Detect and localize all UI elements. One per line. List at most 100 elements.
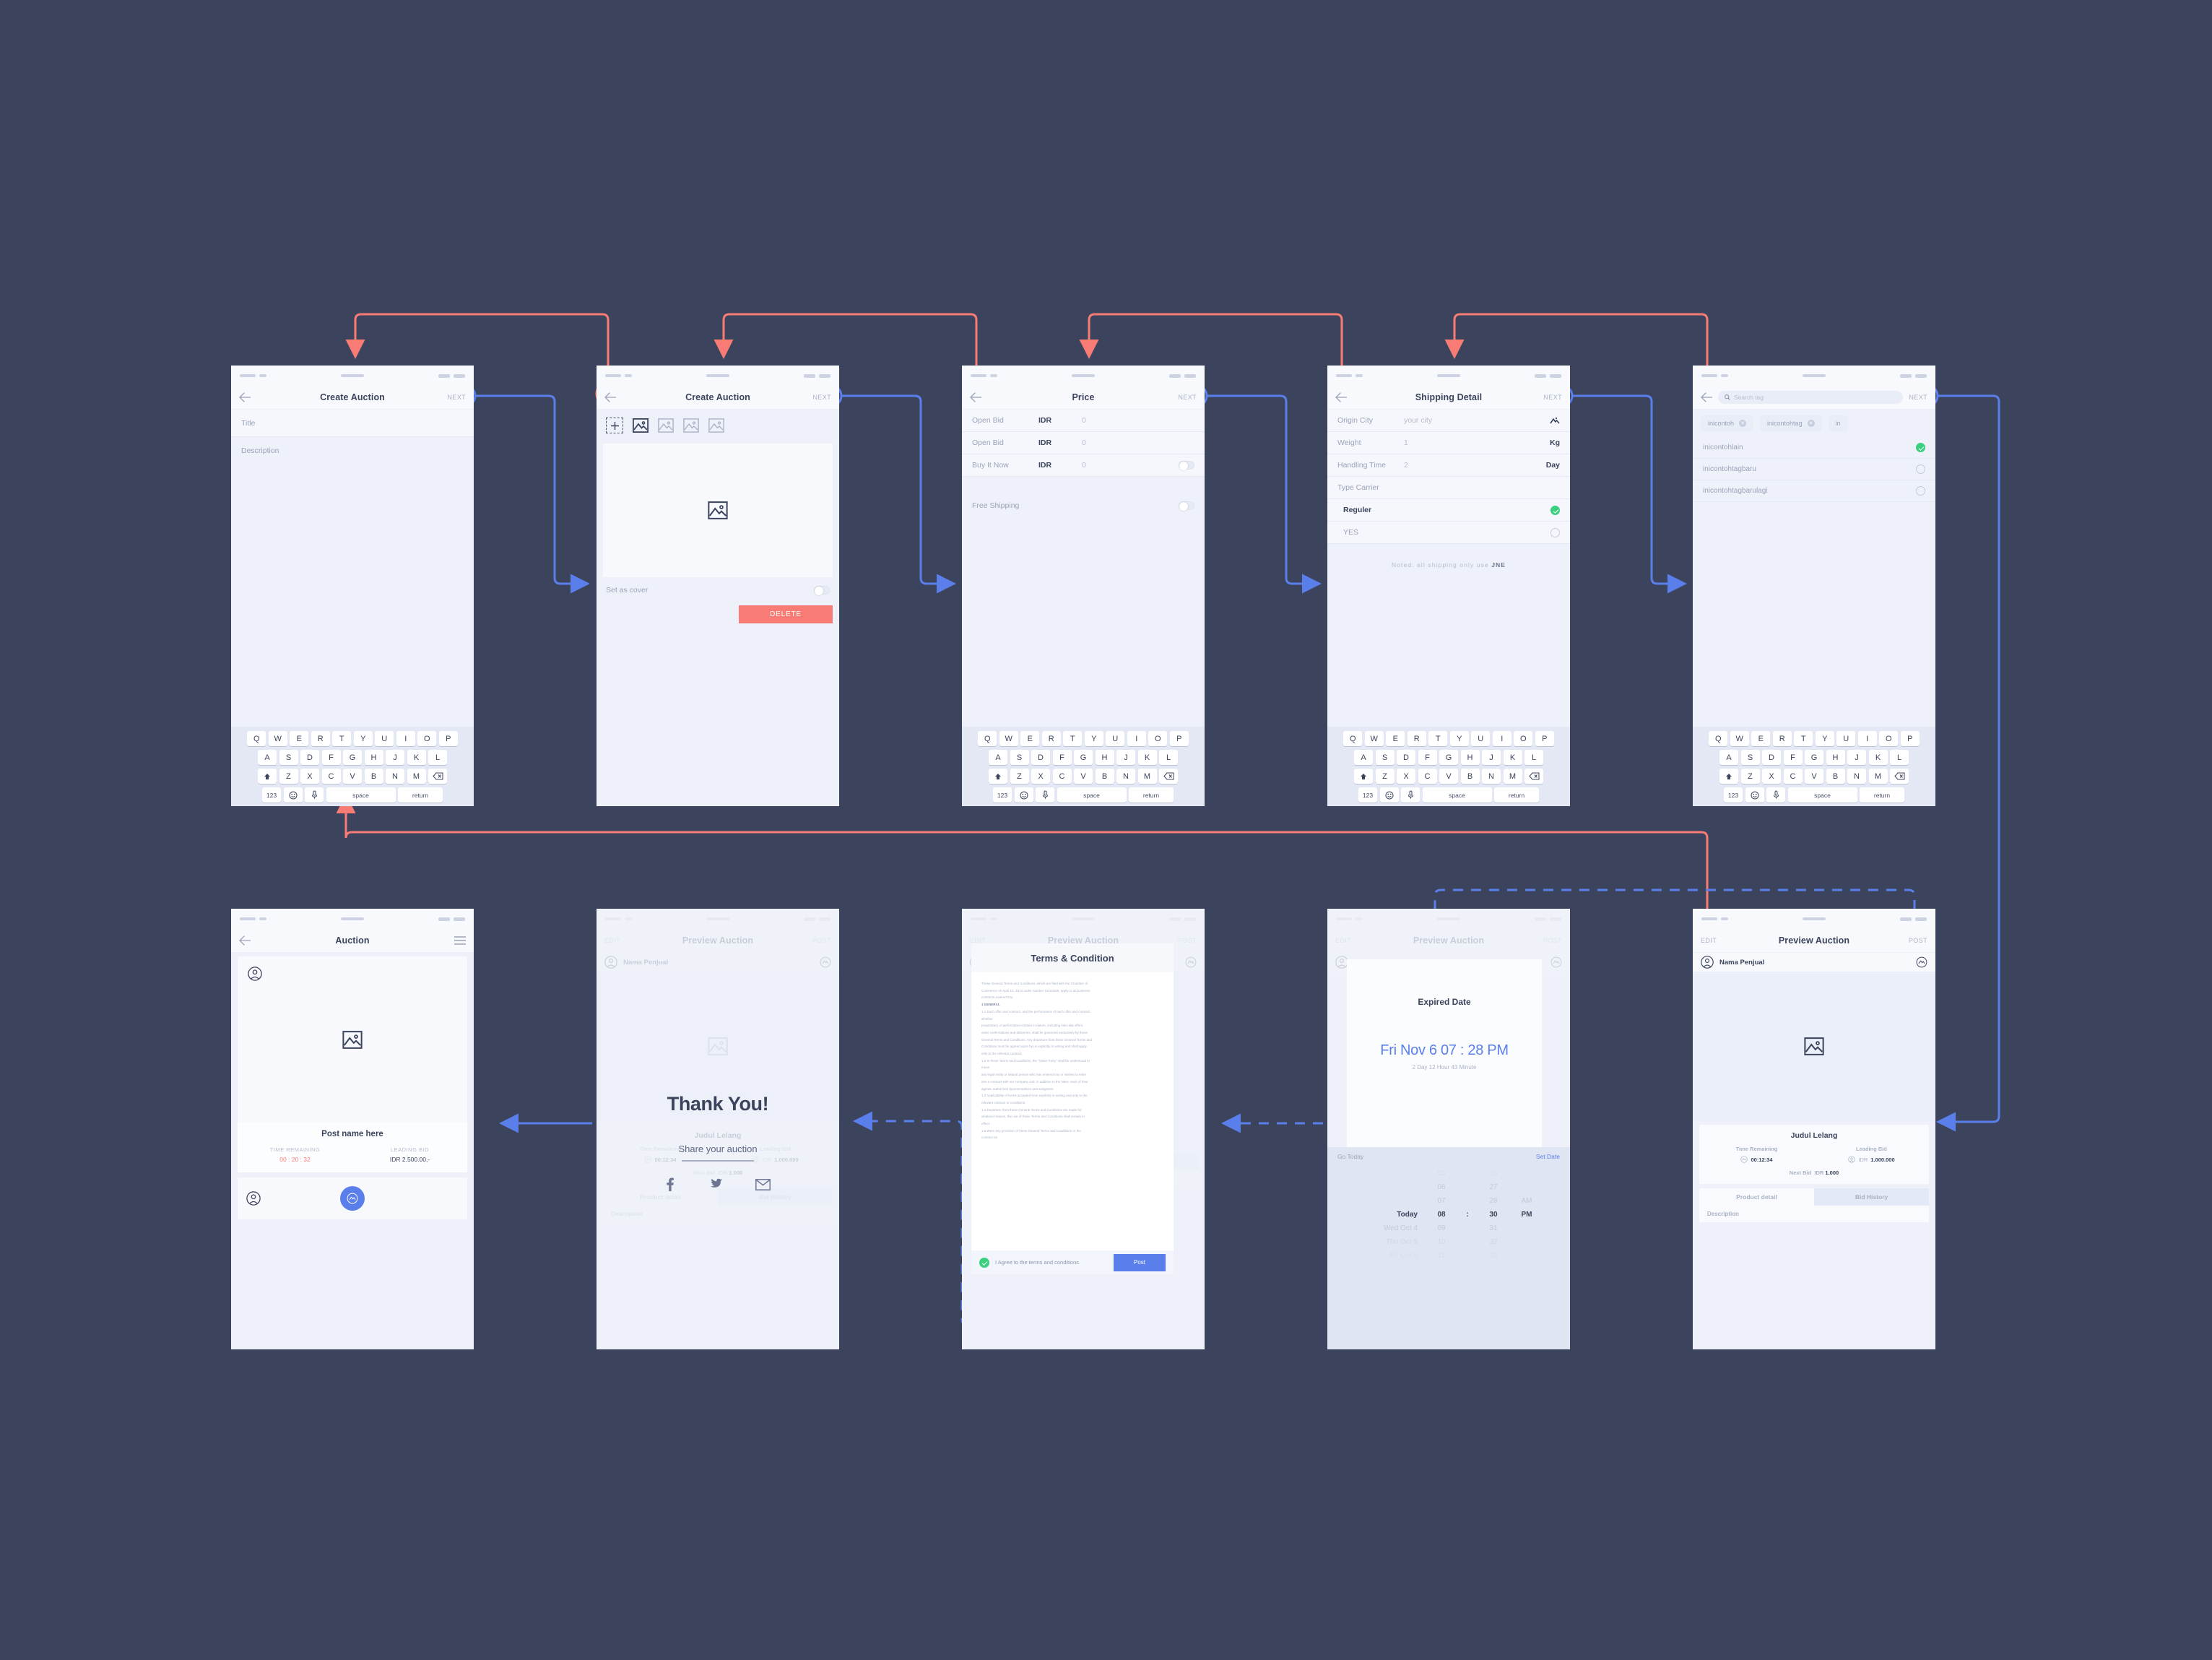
key-s[interactable]: S <box>1375 750 1395 765</box>
facebook-icon[interactable] <box>666 1177 675 1192</box>
key-q[interactable]: Q <box>1343 731 1363 746</box>
key-w[interactable]: W <box>1364 731 1384 746</box>
terms-post-button[interactable]: Post <box>1114 1253 1166 1271</box>
key-y[interactable]: Y <box>1084 731 1103 746</box>
key-i[interactable]: I <box>1492 731 1511 746</box>
carrier-option-reguler[interactable]: Reguler <box>1327 499 1570 522</box>
key-y[interactable]: Y <box>1449 731 1469 746</box>
tab-bid-history[interactable]: Bid History <box>1814 1188 1929 1206</box>
key-u[interactable]: U <box>1106 731 1125 746</box>
emoji-icon[interactable] <box>1014 787 1033 803</box>
key-r[interactable]: R <box>1407 731 1426 746</box>
key-i[interactable]: I <box>1857 731 1877 746</box>
key-m[interactable]: M <box>1868 769 1888 784</box>
next-button[interactable]: NEXT <box>1178 394 1197 401</box>
tag-option-radio[interactable] <box>1916 486 1925 496</box>
key-b[interactable]: B <box>364 769 383 784</box>
edit-button[interactable]: EDIT <box>604 937 620 944</box>
numeric-key[interactable]: 123 <box>1358 787 1377 803</box>
key-a[interactable]: A <box>989 750 1007 765</box>
key-h[interactable]: H <box>1460 750 1480 765</box>
key-t[interactable]: T <box>1063 731 1083 746</box>
key-x[interactable]: X <box>1762 769 1781 784</box>
space-key[interactable]: space <box>326 787 396 803</box>
return-key[interactable]: return <box>1129 787 1174 803</box>
minute-option[interactable]: 28 <box>1489 1194 1497 1208</box>
post-button[interactable]: POST <box>1543 937 1562 944</box>
tag-option-row[interactable]: inicontohlain <box>1693 437 1935 459</box>
key-s[interactable]: S <box>1010 750 1029 765</box>
key-c[interactable]: C <box>1418 769 1437 784</box>
minute-option[interactable]: 32 <box>1489 1235 1497 1249</box>
key-i[interactable]: I <box>396 731 415 746</box>
key-p[interactable]: P <box>438 731 458 746</box>
post-button[interactable]: POST <box>1178 937 1197 944</box>
key-f[interactable]: F <box>1783 750 1803 765</box>
key-g[interactable]: G <box>1074 750 1093 765</box>
edit-button[interactable]: EDIT <box>1335 937 1351 944</box>
photo-thumb-2-icon[interactable] <box>658 418 674 433</box>
key-f[interactable]: F <box>1418 750 1437 765</box>
key-u[interactable]: U <box>375 731 394 746</box>
return-key[interactable]: return <box>1494 787 1539 803</box>
key-j[interactable]: J <box>1482 750 1501 765</box>
key-n[interactable]: N <box>1482 769 1501 784</box>
remove-tag-icon[interactable]: ✕ <box>1807 420 1815 427</box>
key-v[interactable]: V <box>1439 769 1458 784</box>
backspace-key[interactable] <box>1890 769 1909 784</box>
back-arrow-icon[interactable] <box>1335 392 1347 402</box>
terms-body[interactable]: These General Terms and Conditions, whic… <box>971 972 1174 1151</box>
key-g[interactable]: G <box>1805 750 1823 765</box>
space-key[interactable]: space <box>1787 787 1857 803</box>
tab-product-detail[interactable]: Product detail <box>1699 1188 1814 1206</box>
hour-wheel[interactable]: 05 06 07 08 09 10 11 <box>1434 1167 1449 1263</box>
add-photo-icon[interactable] <box>606 418 623 433</box>
hour-option[interactable]: 10 <box>1437 1235 1445 1249</box>
space-key[interactable]: space <box>1422 787 1492 803</box>
key-k[interactable]: K <box>1503 750 1522 765</box>
shift-key[interactable] <box>1354 769 1373 784</box>
key-r[interactable]: R <box>311 731 330 746</box>
meridiem-wheel[interactable]: . . AM PM <box>1517 1167 1536 1263</box>
numeric-key[interactable]: 123 <box>1724 787 1743 803</box>
image-badge-icon[interactable] <box>1185 956 1197 968</box>
minute-option[interactable]: 27 <box>1489 1180 1497 1194</box>
carrier-radio[interactable] <box>1550 527 1560 537</box>
key-w[interactable]: W <box>1730 731 1749 746</box>
price-row-open-bid-2[interactable]: Open Bid IDR 0 <box>962 432 1205 454</box>
key-h[interactable]: H <box>364 750 383 765</box>
shipping-row-origin-city[interactable]: Origin City your city <box>1327 410 1570 432</box>
key-o[interactable]: O <box>1879 731 1899 746</box>
key-d[interactable]: D <box>1397 750 1415 765</box>
avatar-icon[interactable] <box>246 1191 261 1206</box>
tag-chip[interactable]: in <box>1828 415 1848 431</box>
key-y[interactable]: Y <box>1815 731 1834 746</box>
key-c[interactable]: C <box>1052 769 1072 784</box>
key-e[interactable]: E <box>290 731 309 746</box>
key-z[interactable]: Z <box>1375 769 1395 784</box>
carrier-radio-selected[interactable] <box>1550 505 1560 515</box>
edit-button[interactable]: EDIT <box>1701 937 1717 944</box>
twitter-icon[interactable] <box>708 1178 722 1190</box>
keyboard[interactable]: Q W E R T Y U I O P A S D F G H J K L Z … <box>962 727 1205 806</box>
backspace-key[interactable] <box>428 769 447 784</box>
key-v[interactable]: V <box>1805 769 1823 784</box>
email-icon[interactable] <box>755 1178 771 1190</box>
free-shipping-toggle[interactable] <box>1179 501 1194 511</box>
minute-option[interactable]: 26 <box>1489 1167 1497 1180</box>
key-o[interactable]: O <box>417 731 437 746</box>
key-s[interactable]: S <box>279 750 298 765</box>
key-n[interactable]: N <box>1847 769 1866 784</box>
emoji-icon[interactable] <box>1379 787 1399 803</box>
emoji-icon[interactable] <box>283 787 303 803</box>
go-today-button[interactable]: Go Today <box>1337 1153 1363 1160</box>
post-button[interactable]: POST <box>812 937 831 944</box>
key-o[interactable]: O <box>1514 731 1533 746</box>
back-arrow-icon[interactable] <box>604 392 616 402</box>
key-v[interactable]: V <box>1074 769 1093 784</box>
key-q[interactable]: Q <box>1709 731 1728 746</box>
key-k[interactable]: K <box>1137 750 1157 765</box>
shipping-row-handling-time[interactable]: Handling Time 2 Day <box>1327 454 1570 477</box>
minute-wheel[interactable]: 26 27 28 30 31 32 33 <box>1485 1167 1501 1263</box>
key-p[interactable]: P <box>1169 731 1189 746</box>
